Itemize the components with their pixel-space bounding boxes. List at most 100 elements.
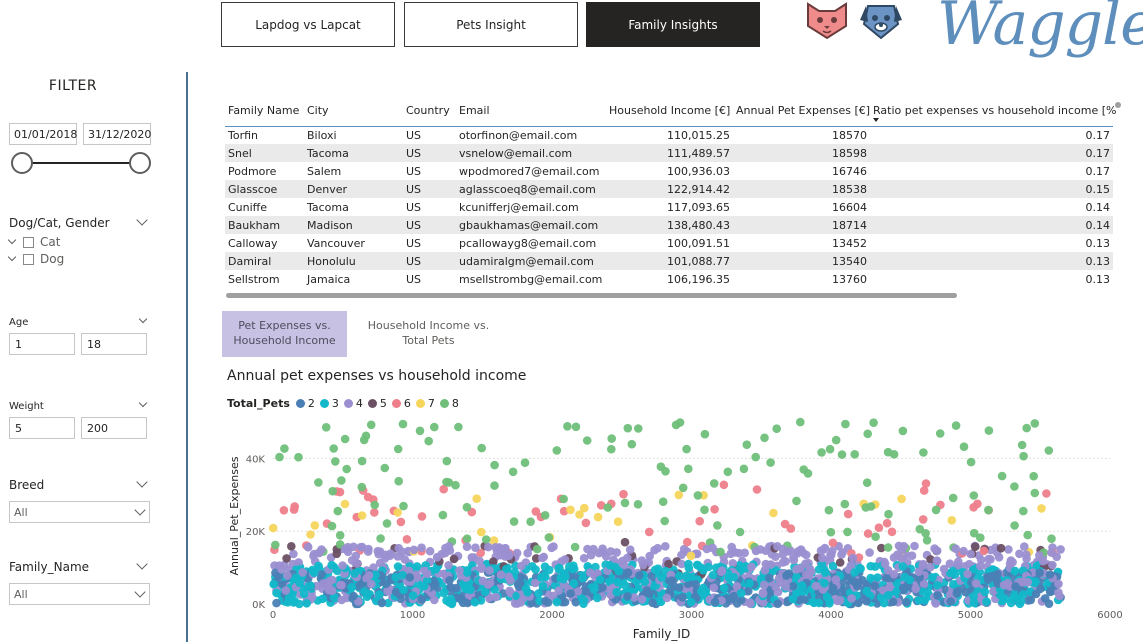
scatter-point <box>430 595 439 605</box>
scatter-point <box>918 515 928 524</box>
col-household-income-header[interactable]: Household Income [€] <box>606 96 733 127</box>
legend-item[interactable]: 7 <box>415 397 435 410</box>
date-slider-end-handle[interactable] <box>129 152 151 174</box>
weight-slicer-chevron-down-icon[interactable] <box>138 398 148 408</box>
table-horizontal-scrollbar[interactable] <box>226 293 957 298</box>
scatter-point <box>575 510 584 519</box>
scatter-point <box>1042 489 1051 498</box>
breed-dropdown[interactable]: All <box>9 501 150 523</box>
scatter-point <box>1030 488 1040 498</box>
scatter-point <box>627 439 637 449</box>
expand-dog-chevron-icon[interactable] <box>7 252 17 262</box>
cat-checkbox[interactable] <box>23 236 34 248</box>
table-row[interactable]: Torfin Biloxi US otorfinon@email.com 110,015… <box>225 126 1113 144</box>
legend-item[interactable]: 8 <box>439 397 459 410</box>
scatter-point <box>698 565 708 575</box>
weight-min-input[interactable]: 5 <box>9 417 75 439</box>
table-cell: Jamaica <box>307 272 351 286</box>
scatter-point <box>620 537 630 547</box>
scatter-point <box>745 579 754 588</box>
age-slicer-chevron-down-icon[interactable] <box>138 314 148 324</box>
scatter-point <box>417 543 426 552</box>
table-row[interactable]: Cuniffe Tacoma US kcunifferj@email.com 117,0… <box>225 198 1113 216</box>
scatter-point <box>331 457 340 466</box>
dog-checkbox[interactable] <box>23 253 34 265</box>
scatter-point <box>693 491 703 500</box>
scatter-point <box>858 575 867 585</box>
scatter-point <box>303 542 313 552</box>
scatter-point <box>595 575 605 584</box>
table-row[interactable]: Glasscoe Denver US aglasscoeq8@email.com 122… <box>225 180 1113 198</box>
tab-lapdog-vs-lapcat[interactable]: Lapdog vs Lapcat <box>221 2 395 47</box>
chart-tab-pet-expenses[interactable]: Pet Expenses vs. Household Income <box>222 311 347 357</box>
scatter-point <box>408 591 418 600</box>
col-annual-pet-expenses-header[interactable]: Annual Pet Expenses [€] <box>733 96 870 127</box>
scatter-point <box>377 598 387 608</box>
scatter-point <box>585 568 595 577</box>
date-end-input[interactable]: 31/12/2020 <box>83 123 151 145</box>
age-min-input[interactable]: 1 <box>9 333 75 355</box>
scatter-point <box>520 458 530 467</box>
table-cell: Vancouver <box>307 236 365 250</box>
table-vertical-scrollbar[interactable] <box>1115 102 1121 108</box>
breed-slicer-chevron-down-icon[interactable] <box>136 476 148 488</box>
date-start-input[interactable]: 01/01/2018 <box>9 123 77 145</box>
col-ratio-header[interactable]: Ratio pet expenses vs household income [… <box>870 96 1117 127</box>
legend-item[interactable]: 2 <box>295 397 315 410</box>
legend-item[interactable]: 5 <box>367 397 387 410</box>
legend-label: 3 <box>331 397 339 410</box>
scatter-point <box>979 546 989 556</box>
table-row[interactable]: Podmore Salem US wpodmored7@email.com 100,93… <box>225 162 1113 180</box>
scatter-point <box>820 578 829 588</box>
col-city-header[interactable]: City <box>304 96 403 127</box>
scatter-point <box>897 494 906 504</box>
chart-tab-household-income[interactable]: Household Income vs. Total Pets <box>366 311 491 357</box>
scatter-point <box>951 544 960 553</box>
legend-dot <box>415 399 425 408</box>
date-slider-track[interactable] <box>22 162 140 164</box>
scatter-plot[interactable]: 0K 20K 40K 0 1000 2000 3000 4000 5000 6000 Family_… <box>222 416 1122 642</box>
table-row[interactable]: Sellstrom Jamaica US msellstrombg@email.com… <box>225 270 1113 286</box>
table-row[interactable]: Baukham Madison US gbaukhamas@email.com 138,… <box>225 216 1113 234</box>
scatter-point <box>534 589 543 598</box>
scatter-point <box>444 561 453 570</box>
scatter-point <box>417 512 427 521</box>
scatter-point <box>578 573 587 583</box>
scatter-point <box>874 523 884 532</box>
scatter-point <box>797 581 807 590</box>
family-name-dropdown[interactable]: All <box>9 583 150 605</box>
scatter-point <box>544 533 554 542</box>
breed-dropdown-chevron-down-icon[interactable] <box>134 504 146 516</box>
legend-item[interactable]: 6 <box>391 397 411 410</box>
weight-max-input[interactable]: 200 <box>81 417 147 439</box>
age-max-input[interactable]: 18 <box>81 333 147 355</box>
family-name-dropdown-chevron-down-icon[interactable] <box>134 586 146 598</box>
scatter-point <box>490 460 499 470</box>
scatter-point <box>719 480 729 490</box>
scatter-point <box>645 551 654 561</box>
scatter-point <box>451 480 460 490</box>
gender-slicer-chevron-down-icon[interactable] <box>136 214 148 226</box>
scatter-point <box>835 558 845 567</box>
legend-item[interactable]: 3 <box>319 397 339 410</box>
scatter-point <box>959 546 968 556</box>
date-slider-start-handle[interactable] <box>11 152 33 174</box>
tab-pets-insight[interactable]: Pets Insight <box>404 2 578 47</box>
col-email-header[interactable]: Email <box>456 96 606 127</box>
gender-option-dog[interactable]: Dog <box>7 252 64 266</box>
table-cell: Snel <box>225 144 304 162</box>
family-name-slicer-chevron-down-icon[interactable] <box>136 558 148 570</box>
gender-option-cat[interactable]: Cat <box>7 235 60 249</box>
scatter-point <box>792 496 801 506</box>
col-country-header[interactable]: Country <box>403 96 456 127</box>
expand-cat-chevron-icon[interactable] <box>7 235 17 245</box>
scatter-point <box>337 595 346 605</box>
tab-family-insights[interactable]: Family Insights <box>586 2 760 47</box>
table-row[interactable]: Snel Tacoma US vsnelow@email.com 111,489.57 1… <box>225 144 1113 162</box>
col-family-name-header[interactable]: Family Name <box>225 96 304 127</box>
scatter-point <box>398 419 408 429</box>
legend-item[interactable]: 4 <box>343 397 363 410</box>
table-row[interactable]: Calloway Vancouver US pcallowayg8@email.com… <box>225 234 1113 252</box>
scatter-point <box>349 591 358 601</box>
table-row[interactable]: Damiral Honolulu US udamiralgm@email.com 101… <box>225 252 1113 270</box>
